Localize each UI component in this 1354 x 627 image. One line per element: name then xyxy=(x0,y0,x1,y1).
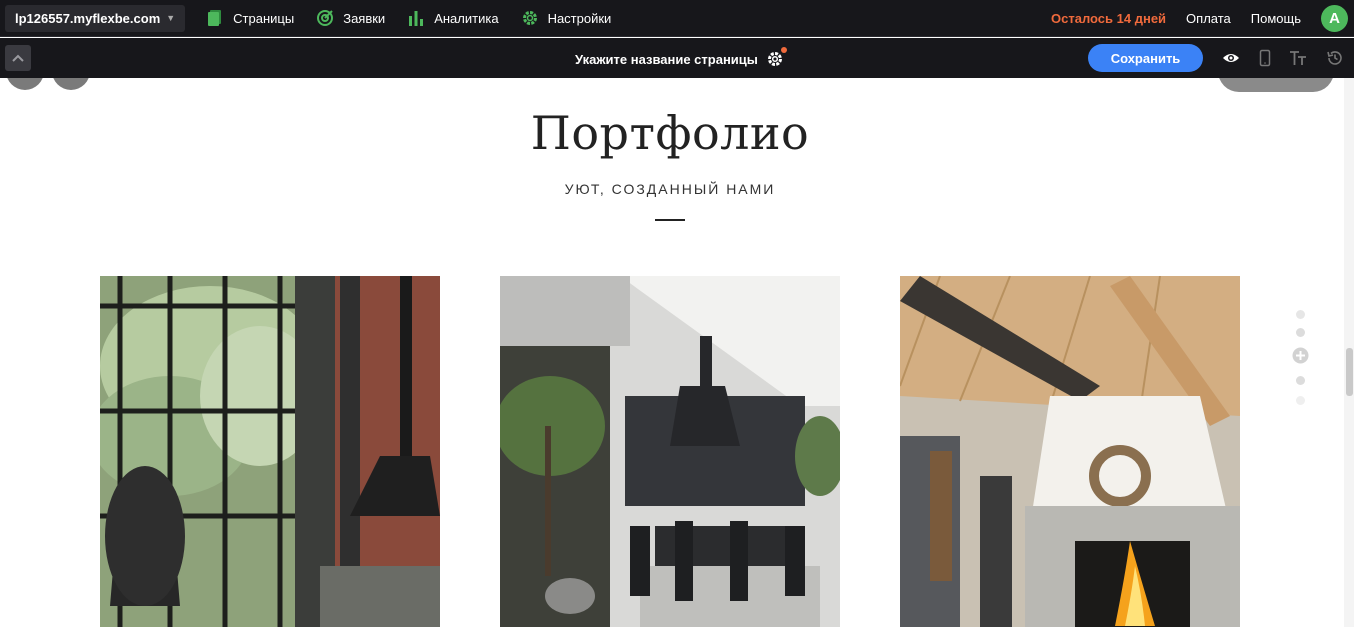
nav-requests-label: Заявки xyxy=(343,10,386,26)
mobile-icon[interactable] xyxy=(1256,49,1274,67)
scrollbar-thumb[interactable] xyxy=(1346,348,1353,396)
section-dot[interactable] xyxy=(1296,396,1305,405)
page-settings-gear-icon[interactable] xyxy=(766,47,787,68)
section-controls[interactable] xyxy=(1218,78,1334,92)
nav-analytics-label: Аналитика xyxy=(434,10,499,26)
section-title[interactable]: Портфолио xyxy=(0,106,1340,160)
portfolio-image-3[interactable] xyxy=(900,276,1240,627)
nav-analytics[interactable]: Аналитика xyxy=(407,9,499,27)
nav-pages-label: Страницы xyxy=(233,10,295,26)
page-name-label: Укажите название страницы xyxy=(575,51,758,67)
prev-section-button[interactable] xyxy=(6,78,44,90)
add-section-plus-icon[interactable] xyxy=(1292,347,1309,364)
portfolio-image-2[interactable] xyxy=(500,276,840,627)
section-dot[interactable] xyxy=(1296,376,1305,385)
section-dot[interactable] xyxy=(1296,310,1305,319)
typography-icon[interactable] xyxy=(1289,49,1307,67)
nav-settings-label: Настройки xyxy=(547,10,612,26)
portfolio-image-1[interactable] xyxy=(100,276,440,627)
requests-icon xyxy=(316,9,334,27)
title-divider xyxy=(655,219,685,221)
payment-link[interactable]: Оплата xyxy=(1186,11,1231,26)
page-canvas: Портфолио УЮТ, СОЗДАННЫЙ НАМИ xyxy=(0,78,1354,627)
settings-icon xyxy=(521,9,539,27)
analytics-icon xyxy=(407,9,425,27)
site-domain: lp126557.myflexbe.com xyxy=(15,10,161,26)
help-link[interactable]: Помощь xyxy=(1251,11,1301,26)
section-dot[interactable] xyxy=(1296,328,1305,337)
eye-icon[interactable] xyxy=(1222,49,1240,67)
editor-toolbar: Укажите название страницы Сохранить xyxy=(0,38,1354,78)
top-nav-bar: lp126557.myflexbe.com ▼ Страницы Заявки … xyxy=(0,0,1354,37)
next-section-button[interactable] xyxy=(52,78,90,90)
trial-days-left[interactable]: Осталось 14 дней xyxy=(1051,11,1166,26)
page-name-field[interactable]: Укажите название страницы xyxy=(575,47,787,68)
collapse-toolbar-button[interactable] xyxy=(5,45,31,71)
chevron-down-icon: ▼ xyxy=(166,13,176,23)
notification-dot xyxy=(780,47,787,53)
user-avatar[interactable]: A xyxy=(1321,4,1348,32)
section-subtitle[interactable]: УЮТ, СОЗДАННЫЙ НАМИ xyxy=(0,181,1340,197)
save-button[interactable]: Сохранить xyxy=(1088,44,1203,72)
chevron-up-icon xyxy=(12,54,24,62)
nav-requests[interactable]: Заявки xyxy=(316,9,385,27)
site-selector[interactable]: lp126557.myflexbe.com ▼ xyxy=(5,4,186,32)
nav-settings[interactable]: Настройки xyxy=(521,9,612,27)
history-icon[interactable] xyxy=(1326,49,1344,67)
nav-pages[interactable]: Страницы xyxy=(206,9,294,27)
pages-icon xyxy=(206,9,224,27)
